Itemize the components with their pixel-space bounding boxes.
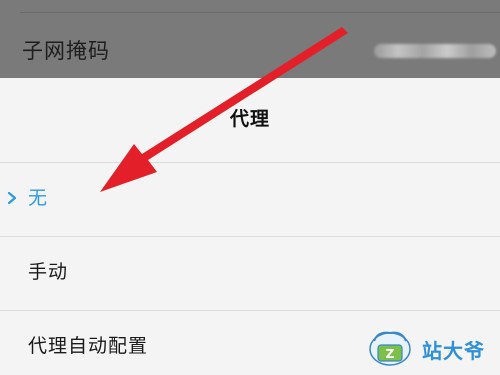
background-settings-page: 子网掩码: [0, 0, 500, 78]
subnet-mask-value-blurred: [374, 44, 496, 58]
option-label: 无: [28, 187, 49, 209]
subnet-mask-label: 子网掩码: [22, 39, 110, 63]
mascot-logo-icon: Z: [369, 331, 411, 366]
watermark-text: 站大爷: [422, 339, 485, 363]
svg-text:Z: Z: [386, 347, 395, 361]
divider: [0, 236, 500, 237]
chevron-right-icon: [7, 191, 17, 205]
screen: 子网掩码 代理 无 手动 代理自动配置 Z 站大爷: [0, 0, 500, 375]
dialog-title: 代理: [229, 108, 270, 130]
watermark: Z 站大爷: [364, 327, 494, 371]
option-label: 代理自动配置: [28, 335, 149, 357]
option-manual[interactable]: 手动: [0, 236, 500, 310]
option-label: 手动: [28, 261, 69, 283]
divider: [0, 310, 500, 311]
divider: [20, 12, 500, 13]
divider: [0, 162, 500, 163]
subnet-mask-row: 子网掩码: [0, 24, 500, 78]
option-none[interactable]: 无: [0, 162, 500, 236]
